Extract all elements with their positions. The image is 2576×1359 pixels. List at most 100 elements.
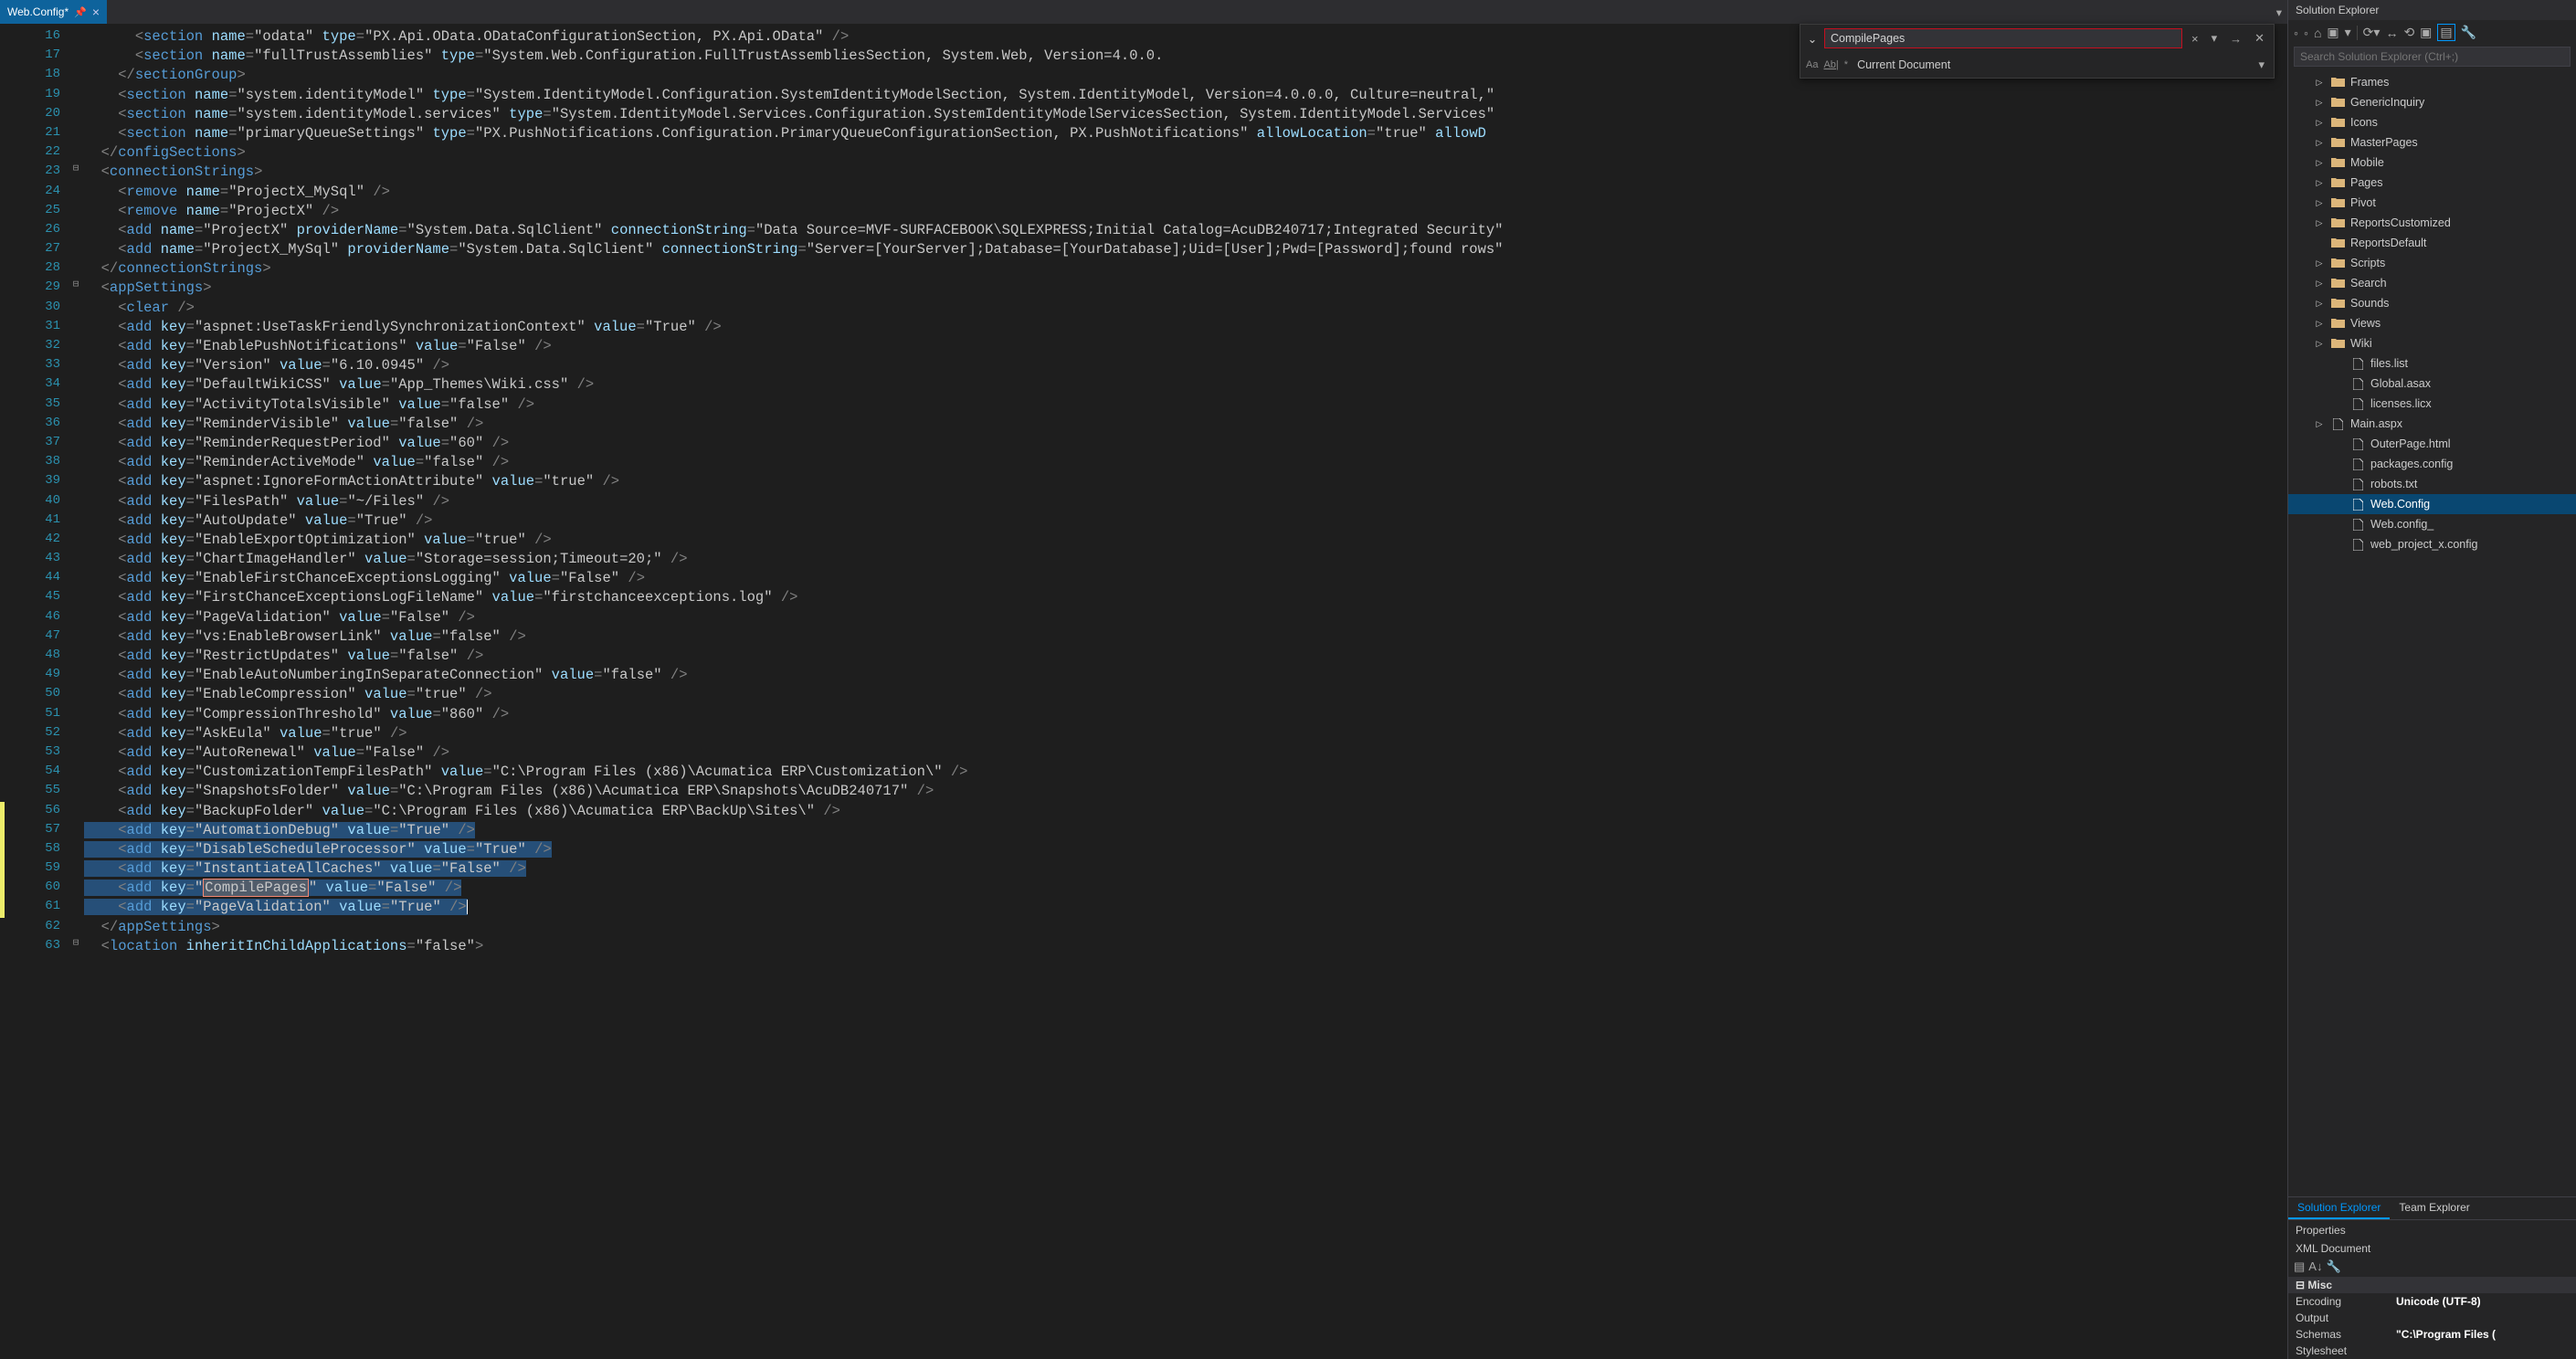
code-line[interactable]: <add key="EnablePushNotifications" value…	[82, 337, 2276, 356]
tree-expand-icon[interactable]: ▷	[2314, 299, 2325, 309]
tree-expand-icon[interactable]: ▷	[2314, 319, 2325, 329]
preview-icon[interactable]: ▤	[2437, 24, 2455, 41]
code-line[interactable]: </appSettings>	[82, 918, 2276, 937]
code-line[interactable]: <connectionStrings>	[82, 163, 2276, 182]
pin-icon[interactable]: 📌	[74, 6, 87, 18]
tree-item[interactable]: Web.Config	[2288, 494, 2576, 514]
code-line[interactable]: <add key="AutoUpdate" value="True" />	[82, 511, 2276, 531]
tree-item[interactable]: ▷Icons	[2288, 112, 2576, 132]
code-line[interactable]: <add key="vs:EnableBrowserLink" value="f…	[82, 627, 2276, 647]
code-line[interactable]: <section name="primaryQueueSettings" typ…	[82, 124, 2276, 143]
prop-value[interactable]	[2396, 1312, 2569, 1324]
prop-value[interactable]: "C:\Program Files (	[2396, 1328, 2569, 1341]
tree-item[interactable]: Web.config_	[2288, 514, 2576, 534]
nav-fwd-icon[interactable]: ◦	[2304, 26, 2308, 40]
filter-icon[interactable]: ⟳▾	[2363, 25, 2381, 40]
prop-value[interactable]: Unicode (UTF-8)	[2396, 1295, 2569, 1308]
collapse-icon[interactable]: ↔	[2385, 26, 2398, 40]
find-match-case[interactable]: Aa	[1806, 59, 1818, 70]
code-line[interactable]: <appSettings>	[82, 279, 2276, 298]
find-close-icon[interactable]: ✕	[2251, 29, 2268, 47]
prop-row[interactable]: Stylesheet	[2288, 1343, 2576, 1359]
code-line[interactable]: <add name="ProjectX" providerName="Syste…	[82, 221, 2276, 240]
find-next-icon[interactable]: →	[2226, 30, 2245, 47]
find-scope-select[interactable]: Current Document	[1853, 57, 2249, 73]
solution-tree[interactable]: ▷Frames▷GenericInquiry▷Icons▷MasterPages…	[2288, 70, 2576, 1196]
sync-icon[interactable]: ▣	[2327, 25, 2338, 40]
tree-item[interactable]: files.list	[2288, 353, 2576, 374]
code-line[interactable]: <add key="AutomationDebug" value="True" …	[82, 821, 2276, 840]
tree-expand-icon[interactable]: ▷	[2314, 138, 2325, 148]
tree-item[interactable]: robots.txt	[2288, 474, 2576, 494]
properties-icon[interactable]: ▣	[2420, 25, 2432, 40]
code-line[interactable]: <add key="EnableFirstChanceExceptionsLog…	[82, 569, 2276, 588]
tree-expand-icon[interactable]: ▷	[2314, 198, 2325, 208]
tree-item[interactable]: ▷Main.aspx	[2288, 414, 2576, 434]
code-line[interactable]: <add key="FilesPath" value="~/Files" />	[82, 492, 2276, 511]
code-line[interactable]: <add key="PageValidation" value="True" /…	[82, 898, 2276, 917]
find-expand-chevron[interactable]: ⌄	[1806, 32, 1819, 46]
code-line[interactable]: <add name="ProjectX_MySql" providerName=…	[82, 240, 2276, 259]
tree-item[interactable]: ReportsDefault	[2288, 233, 2576, 253]
code-line[interactable]: <add key="EnableExportOptimization" valu…	[82, 531, 2276, 550]
tree-item[interactable]: web_project_x.config	[2288, 534, 2576, 554]
find-scope-dropdown[interactable]: ▾	[2254, 56, 2268, 74]
tree-item[interactable]: ▷Search	[2288, 273, 2576, 293]
tree-expand-icon[interactable]: ▷	[2314, 118, 2325, 128]
code-line[interactable]: <add key="AutoRenewal" value="False" />	[82, 743, 2276, 763]
code-line[interactable]: <clear />	[82, 299, 2276, 318]
document-tab-active[interactable]: Web.Config* 📌 ×	[0, 0, 107, 24]
code-line[interactable]: <remove name="ProjectX_MySql" />	[82, 183, 2276, 202]
code-line[interactable]: <add key="CompressionThreshold" value="8…	[82, 705, 2276, 724]
find-whole-word[interactable]: Ab|	[1823, 59, 1838, 70]
tree-item[interactable]: OuterPage.html	[2288, 434, 2576, 454]
tree-item[interactable]: ▷Pages	[2288, 173, 2576, 193]
code-line[interactable]: <add key="PageValidation" value="False" …	[82, 608, 2276, 627]
code-line[interactable]: <add key="CompilePages" value="False" />	[82, 879, 2276, 898]
find-regex[interactable]: *	[1844, 59, 1848, 70]
code-line[interactable]: <add key="aspnet:UseTaskFriendlySynchron…	[82, 318, 2276, 337]
tab-solution-explorer[interactable]: Solution Explorer	[2288, 1197, 2390, 1219]
code-line[interactable]: <add key="ReminderRequestPeriod" value="…	[82, 434, 2276, 453]
code-editor[interactable]: 1617181920212223242526272829303132333435…	[0, 24, 2287, 1359]
code-area[interactable]: <section name="odata" type="PX.Api.OData…	[82, 24, 2276, 1359]
alphabetize-icon[interactable]: A↓	[2308, 1259, 2322, 1274]
code-line[interactable]: <add key="CustomizationTempFilesPath" va…	[82, 763, 2276, 782]
code-line[interactable]: <add key="SnapshotsFolder" value="C:\Pro…	[82, 782, 2276, 801]
tree-item[interactable]: ▷Views	[2288, 313, 2576, 333]
tree-item[interactable]: Global.asax	[2288, 374, 2576, 394]
wrench-icon[interactable]: 🔧	[2461, 25, 2476, 40]
code-line[interactable]: <add key="EnableCompression" value="true…	[82, 685, 2276, 704]
tree-item[interactable]: licenses.licx	[2288, 394, 2576, 414]
tree-item[interactable]: packages.config	[2288, 454, 2576, 474]
tree-expand-icon[interactable]: ▷	[2314, 98, 2325, 108]
close-icon[interactable]: ×	[92, 5, 100, 19]
tree-expand-icon[interactable]: ▷	[2314, 78, 2325, 88]
props-wrench-icon[interactable]: 🔧	[2326, 1259, 2340, 1274]
code-line[interactable]: <add key="ReminderVisible" value="false"…	[82, 415, 2276, 434]
home-icon[interactable]: ⌂	[2314, 26, 2321, 40]
tree-expand-icon[interactable]: ▷	[2314, 158, 2325, 168]
prop-row[interactable]: EncodingUnicode (UTF-8)	[2288, 1293, 2576, 1310]
code-line[interactable]: <remove name="ProjectX" />	[82, 202, 2276, 221]
code-line[interactable]: </configSections>	[82, 143, 2276, 163]
prop-row[interactable]: Output	[2288, 1310, 2576, 1326]
overview-ruler[interactable]	[2276, 24, 2287, 1359]
prop-category[interactable]: ⊟ Misc	[2288, 1277, 2576, 1293]
outline-margin[interactable]: ⊟⊟⊟	[69, 24, 82, 1359]
code-line[interactable]: <add key="InstantiateAllCaches" value="F…	[82, 859, 2276, 879]
tree-expand-icon[interactable]: ▷	[2314, 339, 2325, 349]
tree-item[interactable]: ▷Frames	[2288, 72, 2576, 92]
tree-item[interactable]: ▷ReportsCustomized	[2288, 213, 2576, 233]
tree-expand-icon[interactable]: ▷	[2314, 279, 2325, 289]
tree-item[interactable]: ▷Wiki	[2288, 333, 2576, 353]
code-line[interactable]: <add key="FirstChanceExceptionsLogFileNa…	[82, 588, 2276, 607]
code-line[interactable]: <add key="DisableScheduleProcessor" valu…	[82, 840, 2276, 859]
code-line[interactable]: <add key="Version" value="6.10.0945" />	[82, 356, 2276, 375]
tree-item[interactable]: ▷GenericInquiry	[2288, 92, 2576, 112]
nav-back-icon[interactable]: ◦	[2294, 26, 2298, 40]
code-line[interactable]: <add key="RestrictUpdates" value="false"…	[82, 647, 2276, 666]
code-line[interactable]: <add key="aspnet:IgnoreFormActionAttribu…	[82, 472, 2276, 491]
tree-item[interactable]: ▷MasterPages	[2288, 132, 2576, 153]
code-line[interactable]: <section name="system.identityModel" typ…	[82, 86, 2276, 105]
